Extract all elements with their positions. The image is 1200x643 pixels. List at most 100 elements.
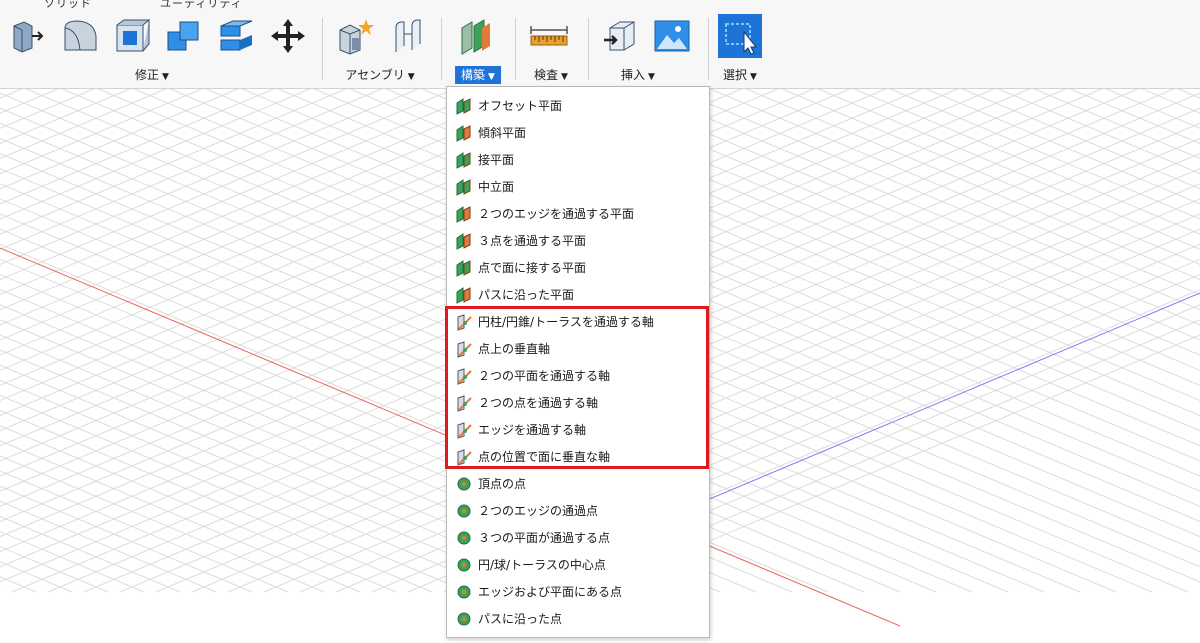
menu-item-plane-along-path[interactable]: パスに沿った平面 [447,281,709,308]
plane-tangent-at-point-icon [454,258,474,278]
grid-line [0,88,133,144]
inspect-menu-button[interactable]: 検査 ▼ [528,66,574,84]
axis-perpendicular-at-point-icon [454,339,474,359]
point-through-two-edges-icon [454,501,474,521]
grid-line [0,88,205,175]
separator [588,18,589,80]
menu-item-label: ２つのエッジを通過する平面 [478,207,635,221]
menu-item-label: 点上の垂直軸 [478,342,551,356]
assemble-group: アセンブリ ▼ [334,0,434,88]
midplane-icon [454,177,474,197]
grid-line [275,88,1200,477]
grid-line [227,183,1200,593]
menu-item-axis-perpendicular-at-point[interactable]: 点上の垂直軸 [447,335,709,362]
grid-line [779,88,1200,265]
menu-item-axis-through-edge[interactable]: エッジを通過する軸 [447,416,709,443]
menu-item-tangent-plane[interactable]: 接平面 [447,146,709,173]
point-at-edge-and-plane-icon [454,582,474,602]
construct-menu-button[interactable]: 構築 ▼ [455,66,501,84]
menu-item-axis-through-two-points[interactable]: ２つの点を通過する軸 [447,389,709,416]
press-pull-icon[interactable] [6,14,50,58]
menu-item-label: パスに沿った点 [478,612,563,626]
menu-item-label: ３点を通過する平面 [478,234,587,248]
menu-item-label: 点で面に接する平面 [478,261,587,275]
point-at-vertex-icon [454,474,474,494]
menu-item-point-at-center[interactable]: 円/球/トーラスの中心点 [447,551,709,578]
insert-derive-icon[interactable] [598,14,642,58]
grid-line [995,88,1200,175]
insert-image-icon[interactable] [650,14,694,58]
select-icon[interactable] [718,14,762,58]
menu-item-plane-at-angle[interactable]: 傾斜平面 [447,119,709,146]
construct-group: 構築 ▼ [452,0,512,88]
separator [322,18,323,80]
grid-line [707,88,1200,296]
axis-through-edge-icon [454,420,474,440]
grid-line [0,546,109,593]
grid-line [1139,88,1200,114]
menu-item-point-through-three-planes[interactable]: ３つの平面が通過する点 [447,524,709,551]
menu-item-plane-through-two-edges[interactable]: ２つのエッジを通過する平面 [447,200,709,227]
toolbar: ソリッド ユーティリティ 修正 ▼ アセンブリ ▼ 構築 ▼ 検査 ▼ 挿入 ▼… [0,0,1200,89]
grid-line [0,576,37,593]
menu-item-axis-through-two-planes[interactable]: ２つの平面を通過する軸 [447,362,709,389]
menu-item-label: ２つの点を通過する軸 [478,396,599,410]
menu-item-label: 円柱/円錐/トーラスを通過する軸 [478,315,654,329]
fillet-icon[interactable] [58,14,102,58]
menu-item-axis-through-cylinder[interactable]: 円柱/円錐/トーラスを通過する軸 [447,308,709,335]
grid-line [0,88,421,265]
menu-item-axis-perpendicular-to-face[interactable]: 点の位置で面に垂直な軸 [447,443,709,470]
menu-item-offset-plane[interactable]: オフセット平面 [447,92,709,119]
offset-plane-icon [454,96,474,116]
combine-icon[interactable] [162,14,206,58]
menu-item-label: ２つのエッジの通過点 [478,504,599,518]
menu-item-label: ２つの平面を通過する軸 [478,369,611,383]
separator [441,18,442,80]
grid-line [0,88,349,235]
inspect-group: 検査 ▼ [527,0,587,88]
point-through-three-planes-icon [454,528,474,548]
menu-item-label: 中立面 [478,180,515,194]
offset-plane-icon[interactable] [452,14,496,58]
menu-item-midplane[interactable]: 中立面 [447,173,709,200]
plane-through-two-edges-icon [454,204,474,224]
modify-menu-button[interactable]: 修正 ▼ [129,66,175,84]
point-at-center-icon [454,555,474,575]
menu-item-label: 接平面 [478,153,515,167]
separator [515,18,516,80]
measure-icon[interactable] [527,14,571,58]
menu-item-label: 円/球/トーラスの中心点 [478,558,606,572]
assemble-menu-button[interactable]: アセンブリ ▼ [339,66,420,84]
menu-item-plane-through-three-points[interactable]: ３点を通過する平面 [447,227,709,254]
shell-icon[interactable] [110,14,154,58]
move-icon[interactable] [266,14,310,58]
menu-item-point-at-vertex[interactable]: 頂点の点 [447,470,709,497]
axis-through-cylinder-icon [454,312,474,332]
plane-along-path-icon [454,285,474,305]
insert-menu-button[interactable]: 挿入 ▼ [615,66,661,84]
plane-through-three-points-icon [454,231,474,251]
grid-line [0,485,253,593]
point-along-path-icon [454,609,474,629]
menu-item-label: エッジおよび平面にある点 [478,585,623,599]
insert-group: 挿入 ▼ [598,0,708,88]
joint-icon[interactable] [386,14,430,58]
modify-group: 修正 ▼ [6,0,316,88]
select-menu-button[interactable]: 選択 ▼ [717,66,763,84]
menu-item-point-along-path[interactable]: パスに沿った点 [447,605,709,632]
grid-line [0,515,181,593]
split-body-icon[interactable] [214,14,258,58]
grid-line [923,88,1200,205]
menu-item-point-through-two-edges[interactable]: ２つのエッジの通過点 [447,497,709,524]
tangent-plane-icon [454,150,474,170]
grid-line [0,88,61,114]
menu-item-label: パスに沿った平面 [478,288,575,302]
plane-at-angle-icon [454,123,474,143]
grid-line [0,88,277,205]
menu-item-label: オフセット平面 [478,99,563,113]
new-component-icon[interactable] [334,14,378,58]
menu-item-plane-tangent-at-point[interactable]: 点で面に接する平面 [447,254,709,281]
menu-item-label: ３つの平面が通過する点 [478,531,611,545]
separator [708,18,709,80]
menu-item-point-at-edge-and-plane[interactable]: エッジおよび平面にある点 [447,578,709,605]
